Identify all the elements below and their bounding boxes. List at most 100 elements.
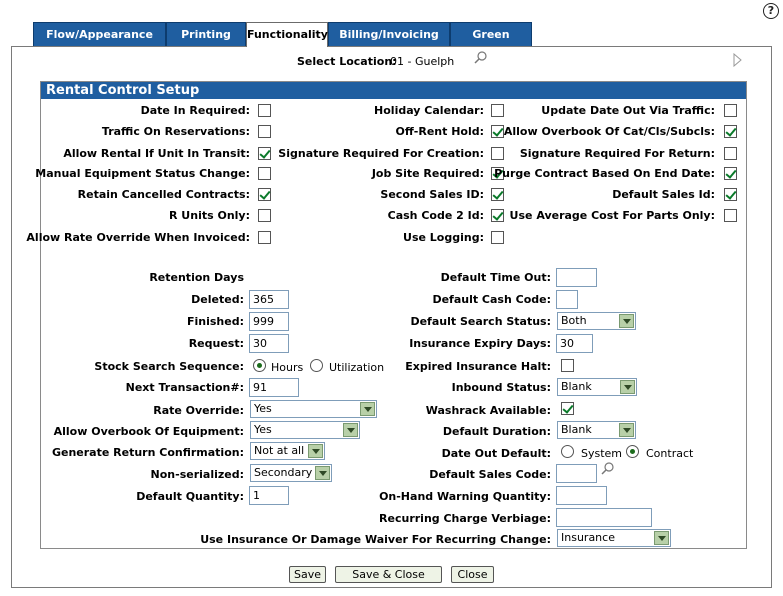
inbound-select[interactable]: Blank — [557, 378, 637, 396]
date-out-system-label: System — [581, 447, 623, 460]
use-avg-cost-checkbox[interactable] — [724, 209, 737, 222]
next-transaction-input[interactable]: 91 — [249, 378, 299, 397]
retain-cancelled-checkbox[interactable] — [258, 188, 271, 201]
allow-rate-override-checkbox[interactable] — [258, 231, 271, 244]
use-logging-label: Use Logging: — [403, 231, 484, 244]
allow-rental-transit-checkbox[interactable] — [258, 147, 271, 160]
expired-ins-checkbox[interactable] — [561, 359, 574, 372]
use-avg-cost-label: Use Average Cost For Parts Only: — [509, 209, 715, 222]
default-duration-select[interactable]: Blank — [557, 421, 636, 439]
traffic-on-res-checkbox[interactable] — [258, 125, 271, 138]
sig-req-return-checkbox[interactable] — [724, 147, 737, 160]
date-in-required-checkbox[interactable] — [258, 104, 271, 117]
cash-code-2-checkbox[interactable] — [491, 209, 504, 222]
sig-req-creation-checkbox[interactable] — [491, 147, 504, 160]
location-value[interactable]: 01 - Guelph — [390, 55, 454, 68]
recurring-input[interactable] — [556, 508, 652, 527]
chevron-down-icon — [620, 380, 635, 394]
use-logging-checkbox[interactable] — [491, 231, 504, 244]
gen-return-select[interactable]: Not at all — [250, 442, 325, 460]
save-close-button[interactable]: Save & Close — [335, 566, 442, 583]
chevron-down-icon — [308, 444, 323, 458]
default-qty-label: Default Quantity: — [136, 490, 244, 503]
deleted-label: Deleted: — [191, 293, 244, 306]
default-sales-id-checkbox[interactable] — [724, 188, 737, 201]
stock-hours-radio[interactable] — [253, 359, 266, 372]
default-cash-input[interactable] — [556, 290, 578, 309]
non-serialized-label: Non-serialized: — [150, 468, 244, 481]
rate-override-value: Yes — [254, 402, 272, 415]
rate-override-label: Rate Override: — [153, 404, 244, 417]
inbound-label: Inbound Status: — [451, 381, 551, 394]
default-qty-input[interactable]: 1 — [249, 486, 289, 505]
tab-flow-appearance[interactable]: Flow/Appearance — [33, 22, 166, 46]
default-cash-label: Default Cash Code: — [432, 293, 551, 306]
stock-utilization-radio[interactable] — [310, 359, 323, 372]
second-sales-id-checkbox[interactable] — [491, 188, 504, 201]
chevron-down-icon — [619, 314, 634, 328]
second-sales-id-label: Second Sales ID: — [380, 188, 484, 201]
tab-green-screen[interactable]: Green Screen — [450, 22, 532, 65]
default-search-label: Default Search Status: — [410, 315, 551, 328]
date-out-contract-label: Contract — [646, 447, 694, 460]
washrack-label: Washrack Available: — [425, 404, 551, 417]
manual-equip-status-checkbox[interactable] — [258, 167, 271, 180]
section-title: Rental Control Setup — [41, 82, 746, 99]
tab-functionality[interactable]: Functionality — [246, 22, 328, 47]
gen-return-label: Generate Return Confirmation: — [51, 446, 244, 459]
r-units-only-label: R Units Only: — [169, 209, 250, 222]
help-icon[interactable]: ? — [763, 3, 779, 19]
date-in-required-label: Date In Required: — [140, 104, 250, 117]
default-timeout-input[interactable] — [556, 268, 597, 287]
request-label: Request: — [188, 337, 244, 350]
finished-input[interactable]: 999 — [249, 312, 289, 331]
retention-heading: Retention Days — [149, 271, 244, 284]
stock-hours-label: Hours — [271, 361, 304, 374]
ins-expiry-input[interactable]: 30 — [556, 334, 593, 353]
tab-printing[interactable]: Printing — [166, 22, 246, 46]
off-rent-hold-label: Off-Rent Hold: — [395, 125, 484, 138]
allow-rate-override-label: Allow Rate Override When Invoiced: — [26, 231, 250, 244]
magnifier-icon[interactable] — [600, 461, 616, 480]
allow-overbook-equip-select[interactable]: Yes — [250, 421, 360, 439]
default-search-select[interactable]: Both — [557, 312, 636, 330]
recurring-label: Recurring Charge Verbiage: — [379, 512, 551, 525]
magnifier-icon[interactable] — [473, 50, 489, 69]
rate-override-select[interactable]: Yes — [250, 400, 377, 418]
next-arrow-icon[interactable] — [733, 52, 743, 70]
purge-contract-checkbox[interactable] — [724, 167, 737, 180]
request-input[interactable]: 30 — [249, 334, 289, 353]
onhand-input[interactable] — [556, 486, 607, 505]
location-label: Select Location: — [297, 55, 397, 68]
holiday-calendar-checkbox[interactable] — [491, 104, 504, 117]
tab-billing-invoicing[interactable]: Billing/Invoicing — [328, 22, 450, 46]
job-site-required-label: Job Site Required: — [371, 167, 484, 180]
chevron-down-icon — [654, 531, 669, 545]
close-button[interactable]: Close — [451, 566, 494, 583]
insurance-waiver-label: Use Insurance Or Damage Waiver For Recur… — [200, 533, 551, 546]
deleted-input[interactable]: 365 — [249, 290, 289, 309]
r-units-only-checkbox[interactable] — [258, 209, 271, 222]
default-search-value: Both — [561, 314, 587, 327]
inbound-value: Blank — [561, 380, 592, 393]
date-out-system-radio[interactable] — [561, 445, 574, 458]
default-duration-label: Default Duration: — [442, 425, 551, 438]
chevron-down-icon — [315, 466, 330, 480]
date-out-label: Date Out Default: — [441, 447, 551, 460]
sig-req-return-label: Signature Required For Return: — [519, 147, 715, 160]
allow-overbook-cat-checkbox[interactable] — [724, 125, 737, 138]
chevron-down-icon — [619, 423, 634, 437]
save-button[interactable]: Save — [289, 566, 326, 583]
allow-overbook-cat-label: Allow Overbook Of Cat/Cls/Subcls: — [503, 125, 715, 138]
non-serialized-select[interactable]: Secondary — [250, 464, 332, 482]
insurance-waiver-select[interactable]: Insurance — [557, 529, 671, 547]
chevron-down-icon — [343, 423, 358, 437]
off-rent-hold-checkbox[interactable] — [491, 125, 504, 138]
sig-req-creation-label: Signature Required For Creation: — [278, 147, 484, 160]
default-sales-code-input[interactable] — [556, 464, 597, 483]
washrack-checkbox[interactable] — [561, 402, 574, 415]
date-out-contract-radio[interactable] — [626, 445, 639, 458]
allow-overbook-equip-label: Allow Overbook Of Equipment: — [53, 425, 244, 438]
stock-utilization-label: Utilization — [329, 361, 385, 374]
update-date-out-checkbox[interactable] — [724, 104, 737, 117]
